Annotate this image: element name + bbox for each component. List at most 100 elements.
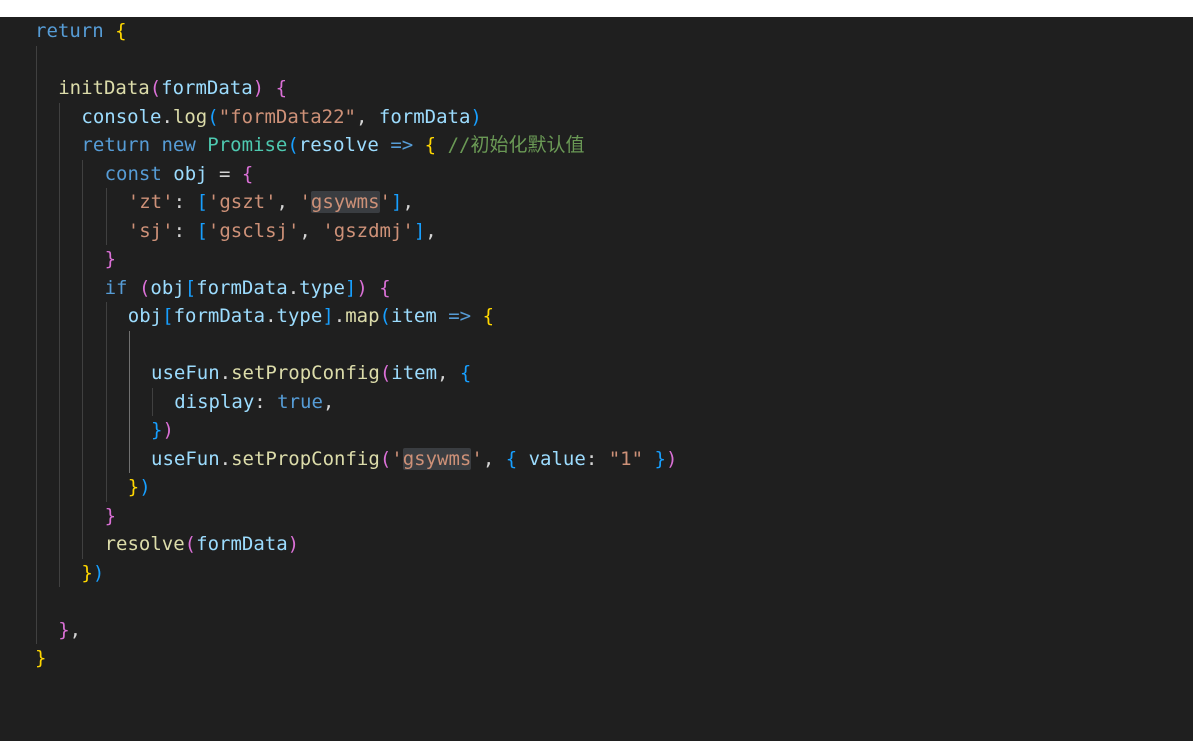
code-token: ( <box>207 105 219 128</box>
code-token: ( <box>138 276 151 299</box>
code-line[interactable]: initData(formData) { <box>0 74 1193 103</box>
code-line[interactable]: obj[formData.type].map(item => { <box>0 302 1193 331</box>
code-line[interactable]: 'zt': ['gszt', 'gsywms'], <box>0 188 1193 217</box>
indent-guide <box>128 330 130 359</box>
code-token: , <box>69 618 82 641</box>
code-line[interactable]: }, <box>0 615 1193 644</box>
indent-guide <box>105 473 107 502</box>
code-token: ] <box>322 305 334 327</box>
code-token: ) <box>665 447 678 470</box>
code-line[interactable]: }) <box>0 473 1193 502</box>
code-line[interactable]: display: true, <box>0 387 1193 416</box>
code-line[interactable]: }) <box>0 558 1193 587</box>
indent-guide <box>59 131 61 160</box>
indent-guide <box>36 45 37 74</box>
indent-guide <box>82 245 84 274</box>
code-token: ( <box>379 305 391 327</box>
code-token: map <box>345 305 380 327</box>
code-line[interactable]: return { <box>0 17 1193 46</box>
line-content: useFun.setPropConfig(item, { <box>151 359 471 388</box>
line-content: }) <box>151 416 174 445</box>
code-token: { <box>275 77 288 99</box>
indent-guide <box>36 587 37 616</box>
line-content: 'zt': ['gszt', 'gsywms'], <box>128 188 414 217</box>
indent-guide <box>59 302 61 331</box>
code-token: ) <box>162 419 174 441</box>
indent-guide <box>105 188 107 217</box>
code-token: setPropConfig <box>231 447 380 470</box>
code-token: : <box>585 447 609 470</box>
code-token: ( <box>184 533 197 555</box>
code-token: 'zt' <box>127 191 174 213</box>
code-line[interactable]: } <box>0 245 1193 274</box>
code-token: formData <box>173 305 266 327</box>
code-token: item <box>391 305 437 327</box>
indent-guide <box>36 501 37 530</box>
code-line[interactable]: 'sj': ['gsclsj', 'gszdmj'], <box>0 216 1193 246</box>
code-token: } <box>81 561 93 584</box>
code-token: useFun <box>151 362 220 384</box>
code-token: ) <box>252 77 265 99</box>
indent-guide <box>82 216 84 245</box>
code-token: item <box>391 362 438 384</box>
indent-guide <box>82 188 84 217</box>
code-line[interactable]: }) <box>0 416 1193 445</box>
code-token: . <box>287 276 300 299</box>
code-line[interactable]: console.log("formData22", formData) <box>0 102 1193 132</box>
code-area[interactable]: return { initData(formData) {console.log(… <box>0 17 1193 673</box>
code-token: gsywms <box>310 191 380 213</box>
indent-guide <box>128 444 130 473</box>
code-token: ] <box>390 191 403 213</box>
indent-guide <box>59 245 61 274</box>
code-line[interactable] <box>0 587 1193 616</box>
code-editor[interactable]: return { initData(formData) {console.log(… <box>0 17 1193 741</box>
code-line[interactable]: useFun.setPropConfig(item, { <box>0 359 1193 388</box>
line-content: const obj = { <box>105 160 254 189</box>
line-content: useFun.setPropConfig('gsywms', { value: … <box>151 445 677 474</box>
code-line[interactable]: } <box>0 644 1193 673</box>
indent-guide <box>105 416 107 445</box>
code-token: ( <box>379 362 392 384</box>
code-token: formData <box>196 276 288 299</box>
code-token: obj <box>127 305 163 327</box>
code-token: true <box>277 390 323 413</box>
indent-guide <box>82 444 84 473</box>
code-line[interactable] <box>0 45 1193 74</box>
code-token: { <box>505 447 518 470</box>
code-token: new <box>161 134 196 156</box>
indent-guide <box>59 473 61 502</box>
code-line[interactable]: } <box>0 501 1193 531</box>
indent-guide <box>36 473 37 502</box>
code-token: , <box>299 219 323 242</box>
line-content: resolve(formData) <box>105 530 300 559</box>
code-line[interactable]: resolve(formData) <box>0 530 1193 559</box>
code-token: ' <box>391 447 403 470</box>
line-content: } <box>105 502 116 531</box>
code-line[interactable]: useFun.setPropConfig('gsywms', { value: … <box>0 444 1193 474</box>
code-token: = <box>207 162 242 185</box>
code-line[interactable] <box>0 330 1193 359</box>
code-token: formData <box>378 105 471 128</box>
indent-guide <box>59 444 61 473</box>
indent-guide <box>36 216 37 245</box>
code-token: if <box>104 276 128 299</box>
code-line[interactable]: return new Promise(resolve => { //初始化默认值 <box>0 131 1193 160</box>
indent-guide <box>36 302 37 331</box>
code-token: { <box>115 20 127 42</box>
code-line[interactable]: const obj = { <box>0 159 1193 189</box>
code-token: gsywms <box>402 447 472 470</box>
line-content: console.log("formData22", formData) <box>81 103 481 132</box>
line-content: 'sj': ['gsclsj', 'gszdmj'], <box>128 217 437 246</box>
indent-guide <box>105 359 107 388</box>
code-token: : <box>173 191 197 213</box>
code-token: { <box>379 276 391 299</box>
code-line[interactable]: if (obj[formData.type]) { <box>0 273 1193 302</box>
code-token: const <box>104 162 162 185</box>
code-token: type <box>299 276 345 299</box>
